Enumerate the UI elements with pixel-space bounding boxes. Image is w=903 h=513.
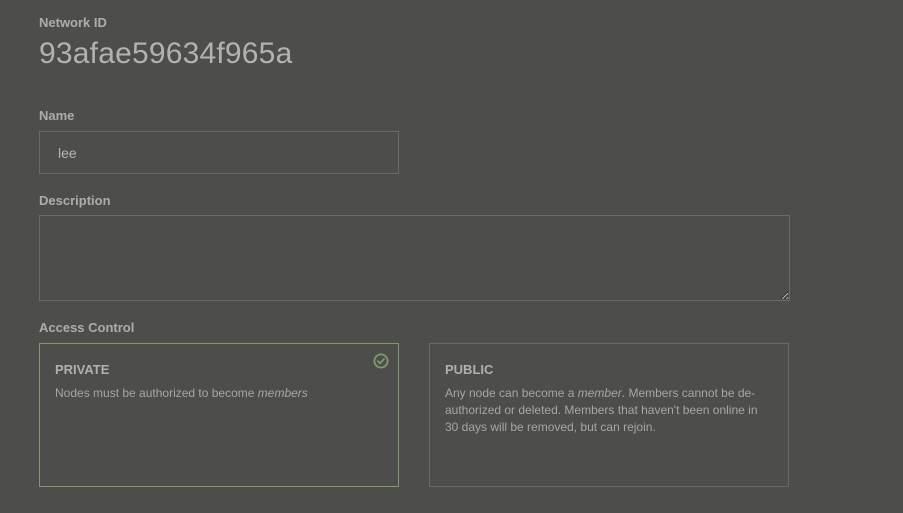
access-control-label: Access Control — [39, 320, 135, 335]
check-circle-icon — [373, 353, 389, 369]
network-id-value: 93afae59634f965a — [39, 37, 293, 70]
access-option-private[interactable]: PRIVATE Nodes must be authorized to beco… — [39, 343, 399, 487]
description-textarea[interactable] — [39, 215, 790, 301]
description-label: Description — [39, 193, 111, 208]
access-option-public[interactable]: PUBLIC Any node can become a member. Mem… — [429, 343, 789, 487]
name-input[interactable] — [39, 131, 399, 174]
access-option-private-description: Nodes must be authorized to become membe… — [55, 386, 308, 400]
network-id-label: Network ID — [39, 15, 107, 30]
name-label: Name — [39, 108, 75, 123]
access-option-private-title: PRIVATE — [55, 362, 110, 377]
access-option-public-description: Any node can become a member. Members ca… — [445, 386, 758, 434]
access-option-public-title: PUBLIC — [445, 362, 494, 377]
